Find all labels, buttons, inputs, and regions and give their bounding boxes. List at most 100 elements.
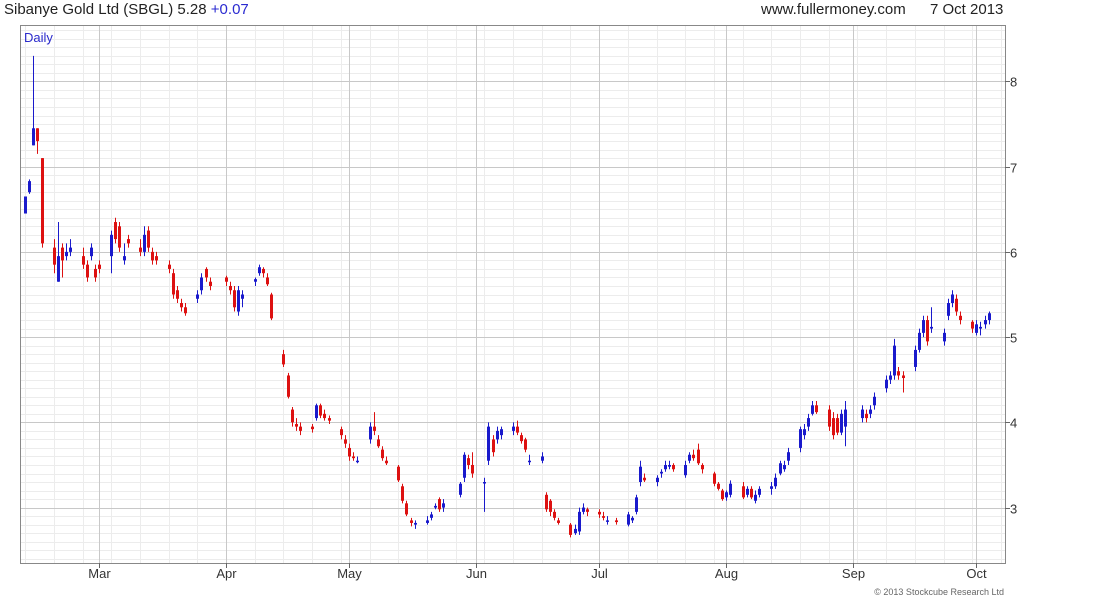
candle-body	[254, 279, 257, 282]
candle-body	[520, 435, 523, 442]
candle-body	[483, 482, 486, 484]
candle	[902, 371, 905, 393]
candle	[774, 473, 777, 489]
candle	[385, 456, 388, 465]
candle-body	[467, 458, 470, 465]
candle	[656, 475, 659, 487]
candle-body	[459, 483, 462, 495]
candle-body	[262, 268, 265, 274]
candle-body	[811, 405, 814, 414]
candle	[127, 234, 130, 248]
candle-body	[725, 492, 728, 498]
candle-body	[947, 303, 950, 316]
candle-body	[758, 488, 761, 495]
candle-body	[287, 375, 290, 397]
candle-body	[549, 500, 552, 512]
candle	[233, 285, 236, 312]
candle-body	[36, 128, 39, 142]
candle-body	[516, 426, 519, 433]
candle-body	[291, 409, 294, 423]
candle	[770, 482, 773, 495]
candle	[865, 409, 868, 423]
candle-body	[225, 277, 228, 282]
candle	[442, 499, 445, 512]
candle	[840, 409, 843, 436]
candle-body	[110, 234, 113, 257]
candle	[65, 243, 68, 261]
candle	[266, 273, 269, 286]
candle-body	[319, 405, 322, 416]
candle-body	[69, 247, 72, 252]
candle-body	[742, 486, 745, 498]
candle	[984, 315, 987, 329]
candle	[438, 497, 441, 512]
copyright-label: © 2013 Stockcube Research Ltd	[874, 587, 1004, 597]
candle	[90, 243, 93, 261]
candle	[897, 366, 900, 380]
candle	[53, 239, 56, 274]
candle-body	[955, 298, 958, 312]
candle	[873, 392, 876, 410]
candle-body	[147, 230, 150, 248]
y-tick-label: 8	[1010, 75, 1017, 90]
candle	[918, 328, 921, 353]
candle	[147, 226, 150, 252]
candle-body	[41, 158, 44, 244]
candle	[184, 303, 187, 316]
candle	[943, 328, 946, 346]
candle-body	[94, 268, 97, 278]
candle-body	[401, 486, 404, 501]
candle	[569, 522, 572, 538]
candle-body	[541, 456, 544, 461]
candle-body	[803, 429, 806, 436]
candle	[697, 443, 700, 465]
candle	[582, 503, 585, 515]
candle-body	[656, 477, 659, 483]
candle-body	[684, 464, 687, 476]
candle-body	[582, 507, 585, 512]
candle-body	[299, 426, 302, 431]
candle	[861, 405, 864, 423]
candle-body	[28, 181, 31, 193]
candle	[578, 507, 581, 535]
candle	[348, 443, 351, 461]
candle	[369, 422, 372, 444]
candle	[869, 405, 872, 419]
candle-body	[627, 514, 630, 525]
candle-body	[434, 505, 437, 508]
candle	[168, 260, 171, 274]
candle-body	[574, 528, 577, 534]
candle	[98, 260, 101, 274]
candle-body	[414, 522, 417, 525]
candle-body	[98, 264, 101, 269]
candle-body	[889, 375, 892, 380]
candle-body	[672, 464, 675, 470]
candle	[356, 456, 359, 464]
candle	[750, 486, 753, 500]
candle-body	[713, 473, 716, 484]
candle-body	[586, 509, 589, 512]
candle	[836, 413, 839, 436]
candle-body	[266, 277, 269, 285]
candle-body	[922, 320, 925, 333]
candle-body	[123, 256, 126, 261]
candle-body	[914, 349, 917, 367]
candle-body	[143, 234, 146, 252]
chart-grid	[21, 26, 1005, 563]
candle-body	[496, 430, 499, 440]
candle	[57, 222, 60, 282]
candle	[520, 432, 523, 444]
candle	[500, 426, 503, 440]
candle-body	[869, 409, 872, 414]
candle-body	[893, 345, 896, 376]
candle-body	[861, 409, 864, 419]
candle	[352, 452, 355, 461]
candle-body	[984, 320, 987, 325]
x-tick-label: Mar	[88, 566, 111, 581]
candle-body	[635, 497, 638, 512]
candle-body	[352, 456, 355, 459]
candle	[69, 239, 72, 257]
candle	[295, 418, 298, 431]
candle-body	[701, 464, 704, 470]
candle-body	[832, 418, 835, 436]
